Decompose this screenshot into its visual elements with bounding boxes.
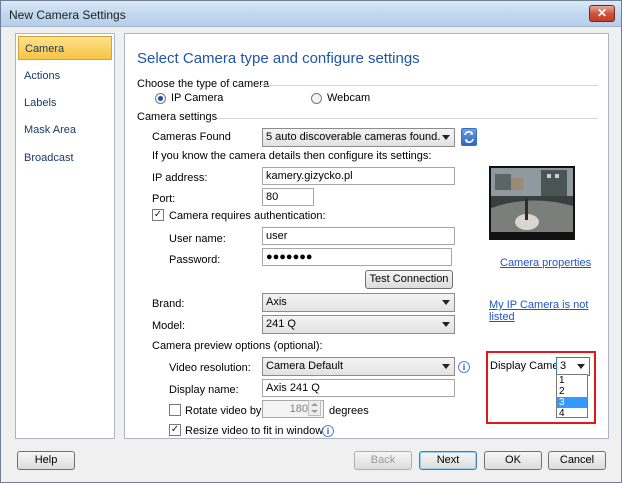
camera-settings-group-title: Camera settings [137, 111, 218, 123]
chevron-down-icon [442, 135, 450, 140]
ip-camera-radio[interactable] [155, 93, 166, 104]
next-button[interactable]: Next [419, 451, 477, 470]
chevron-down-icon [577, 364, 585, 369]
ip-camera-not-listed-link[interactable]: My IP Camera is not listed [489, 299, 608, 323]
rotate-stepper[interactable] [308, 400, 321, 416]
brand-label: Brand: [152, 298, 185, 310]
username-input[interactable]: user [262, 227, 455, 245]
camera-snapshot [491, 168, 573, 238]
nav-item-labels[interactable]: Labels [18, 91, 112, 115]
ip-address-input[interactable]: kamery.gizycko.pl [262, 167, 455, 185]
dropdown-option[interactable]: 1 [557, 375, 587, 386]
cameras-found-value: 5 auto discoverable cameras found. [266, 131, 441, 143]
refresh-cameras-button[interactable] [461, 128, 477, 146]
display-name-label: Display name: [169, 384, 239, 396]
cameras-found-select[interactable]: 5 auto discoverable cameras found. [262, 128, 455, 147]
video-resolution-select[interactable]: Camera Default [262, 357, 455, 376]
resize-video-label[interactable]: Resize video to fit in window [185, 425, 323, 437]
video-resolution-label: Video resolution: [169, 362, 251, 374]
dropdown-option[interactable]: 4 [557, 408, 587, 419]
webcam-label[interactable]: Webcam [327, 92, 370, 104]
window-title: New Camera Settings [9, 8, 126, 22]
dropdown-option[interactable]: 2 [557, 386, 587, 397]
degrees-label: degrees [329, 405, 369, 417]
username-label: User name: [169, 233, 226, 245]
divider [217, 118, 598, 119]
preview-options-title: Camera preview options (optional): [152, 340, 323, 352]
display-camera-dropdown: 1 2 3 4 [556, 374, 588, 419]
camera-properties-link[interactable]: Camera properties [500, 257, 591, 269]
port-input[interactable]: 80 [262, 188, 314, 206]
chevron-down-icon [442, 300, 450, 305]
camera-type-group-title: Choose the type of camera [137, 78, 270, 90]
chevron-down-icon [442, 364, 450, 369]
display-name-input[interactable]: Axis 241 Q [262, 379, 455, 397]
info-icon[interactable]: i [458, 361, 470, 373]
nav-item-actions[interactable]: Actions [18, 64, 112, 88]
password-label: Password: [169, 254, 221, 266]
cancel-button[interactable]: Cancel [548, 451, 606, 470]
nav-item-broadcast[interactable]: Broadcast [18, 146, 112, 170]
port-label: Port: [152, 193, 176, 205]
title-bar: New Camera Settings ✕ [1, 1, 621, 27]
page-title: Select Camera type and configure setting… [137, 50, 420, 67]
settings-nav: Camera Actions Labels Mask Area Broadcas… [15, 33, 115, 439]
auth-label[interactable]: Camera requires authentication: [169, 210, 326, 222]
brand-select[interactable]: Axis [262, 293, 455, 312]
model-value: 241 Q [266, 318, 296, 330]
refresh-icon [464, 131, 474, 143]
password-input[interactable]: ●●●●●●● [262, 248, 452, 266]
video-resolution-value: Camera Default [266, 360, 344, 372]
info-icon[interactable]: i [322, 425, 334, 437]
hint-text: If you know the camera details then conf… [152, 150, 432, 162]
rotate-video-label[interactable]: Rotate video by: [185, 405, 265, 417]
webcam-radio[interactable] [311, 93, 322, 104]
model-label: Model: [152, 320, 186, 332]
nav-item-mask-area[interactable]: Mask Area [18, 118, 112, 142]
ip-address-label: IP address: [152, 172, 208, 184]
close-button[interactable]: ✕ [589, 5, 615, 22]
rotate-video-checkbox[interactable] [169, 404, 181, 416]
dropdown-option-selected[interactable]: 3 [557, 397, 587, 408]
camera-preview-image [489, 166, 575, 240]
back-button[interactable]: Back [354, 451, 412, 470]
auth-checkbox[interactable]: ✓ [152, 209, 164, 221]
camera-settings-window: New Camera Settings ✕ Camera Actions Lab… [0, 0, 622, 483]
help-button[interactable]: Help [17, 451, 75, 470]
stepper-arrows-icon [311, 403, 318, 413]
ip-camera-label[interactable]: IP Camera [171, 92, 223, 104]
test-connection-button[interactable]: Test Connection [365, 270, 453, 289]
chevron-down-icon [442, 322, 450, 327]
ok-button[interactable]: OK [484, 451, 542, 470]
brand-value: Axis [266, 296, 287, 308]
display-camera-value: 3 [560, 360, 567, 372]
resize-video-checkbox[interactable]: ✓ [169, 424, 181, 436]
nav-item-camera[interactable]: Camera [18, 36, 112, 60]
cameras-found-label: Cameras Found [152, 131, 231, 143]
model-select[interactable]: 241 Q [262, 315, 455, 334]
divider [258, 85, 598, 86]
